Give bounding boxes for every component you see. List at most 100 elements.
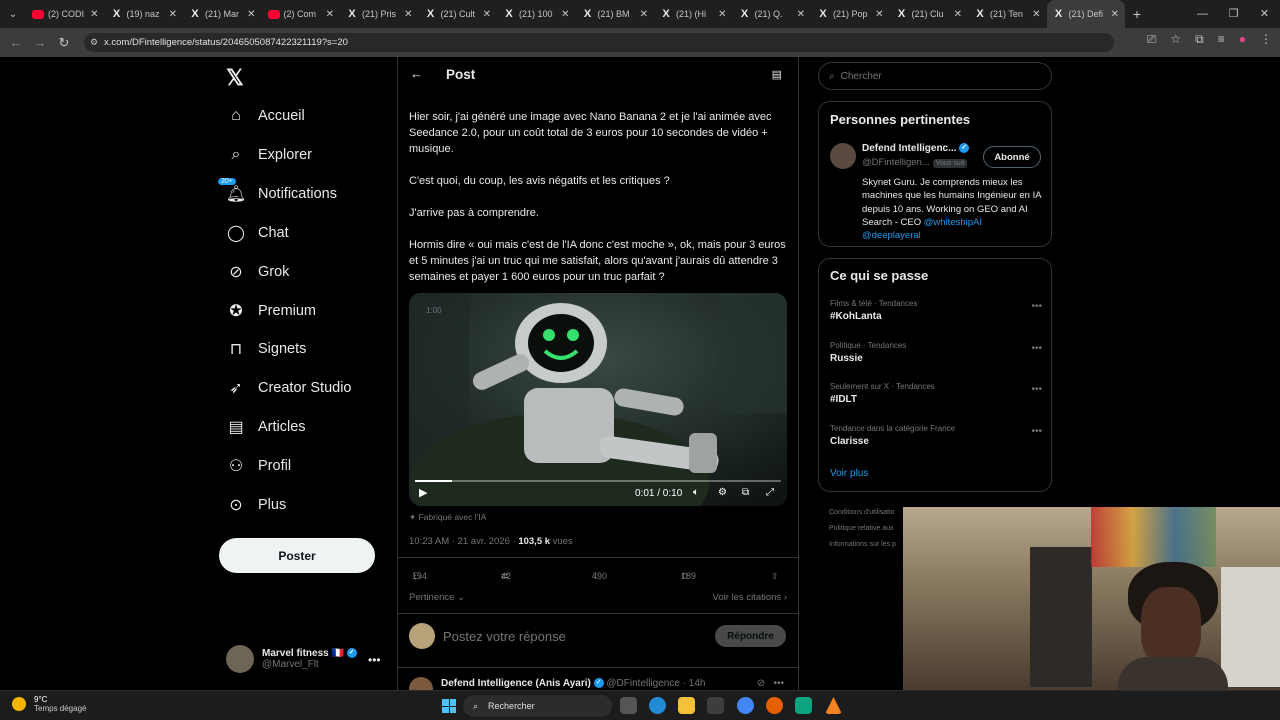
close-tab-icon[interactable]: ✕ xyxy=(875,9,883,20)
pip-icon[interactable]: ⧉ xyxy=(742,487,749,498)
close-tab-icon[interactable]: ✕ xyxy=(483,9,491,20)
account-more-icon[interactable]: ••• xyxy=(368,653,381,667)
play-icon[interactable]: ▶ xyxy=(419,486,427,499)
chatgpt-icon[interactable] xyxy=(795,697,812,714)
star-icon[interactable]: ☆ xyxy=(1170,32,1181,47)
back-icon[interactable]: ← xyxy=(4,35,28,50)
close-tab-icon[interactable]: ✕ xyxy=(954,9,962,20)
trend-item[interactable]: Tendance dans la catégorie France Clariss… xyxy=(830,424,1042,447)
browser-tab[interactable]: X (21) Pris ✕ xyxy=(340,0,419,28)
minimize-icon[interactable]: — xyxy=(1187,0,1218,28)
close-tab-icon[interactable]: ✕ xyxy=(169,9,177,20)
tab-search-icon[interactable]: ⌄ xyxy=(0,0,26,28)
video-progress-track[interactable] xyxy=(415,480,781,482)
nav-item-accueil[interactable]: ⌂ Accueil xyxy=(226,104,305,128)
more-icon[interactable]: ••• xyxy=(773,678,784,689)
footer-link[interactable]: Informations sur les p xyxy=(829,537,896,553)
account-switcher[interactable]: Marvel fitness 🇫🇷 ✓ @Marvel_Flt ••• xyxy=(226,645,381,673)
quotes-link[interactable]: Voir les citations › xyxy=(713,592,787,603)
browser-tab[interactable]: X (21) Defi ✕ xyxy=(1046,0,1125,28)
browser-tab[interactable]: X (21) Q. ✕ xyxy=(733,0,812,28)
weather-widget[interactable]: 9°C Temps dégagé xyxy=(12,695,86,713)
site-info-icon[interactable]: ⚙ xyxy=(90,37,98,48)
settings-icon[interactable]: ⚙ xyxy=(718,487,727,498)
edge-icon[interactable] xyxy=(649,697,666,714)
nav-item-grok[interactable]: ⊘ Grok xyxy=(226,260,289,284)
nav-item-notifications[interactable]: 🔔︎ 20+ Notifications xyxy=(218,177,337,206)
browser-menu-icon[interactable]: ⋮ xyxy=(1260,32,1272,47)
trend-item[interactable]: Seulement sur X · Tendances #IDLT ••• xyxy=(830,382,1042,405)
browser-tab[interactable]: (2) CODI ✕ xyxy=(26,0,105,28)
browser-tab[interactable]: X (21) Clu ✕ xyxy=(890,0,969,28)
bio-link[interactable]: @deeplayeral xyxy=(862,230,921,241)
bio-link[interactable]: @whiteshipAI xyxy=(924,217,982,228)
search-input[interactable]: ⌕ Chercher xyxy=(818,62,1052,90)
start-icon[interactable] xyxy=(442,699,456,713)
more-icon[interactable]: ••• xyxy=(1031,384,1042,395)
browser-tab[interactable]: (2) Com ✕ xyxy=(262,0,341,28)
profile-avatar-icon[interactable]: ● xyxy=(1239,32,1246,47)
new-tab-button[interactable]: + xyxy=(1125,6,1149,22)
close-tab-icon[interactable]: ✕ xyxy=(1111,9,1119,20)
browser-tab[interactable]: X (19) naz ✕ xyxy=(105,0,184,28)
browser-tab[interactable]: X (21) Ten ✕ xyxy=(968,0,1047,28)
browser-tab[interactable]: X (21) Cult ✕ xyxy=(419,0,498,28)
sort-dropdown[interactable]: Pertinence ⌄ xyxy=(409,592,465,603)
fullscreen-icon[interactable]: ⤢ xyxy=(766,487,774,498)
trend-item[interactable]: Politique · Tendances Russie ••• xyxy=(830,341,1042,364)
restore-icon[interactable]: ❐ xyxy=(1218,0,1249,28)
browser-tab[interactable]: X (21) (Hi ✕ xyxy=(654,0,733,28)
browser-tab[interactable]: X (21) Pop ✕ xyxy=(811,0,890,28)
browser-tab[interactable]: X (21) BM ✕ xyxy=(576,0,655,28)
trend-item[interactable]: Films & télé · Tendances #KohLanta ••• xyxy=(830,299,1042,322)
reply-author-name[interactable]: Defend Intelligence (Anis Ayari) xyxy=(441,678,591,689)
media-icon[interactable]: ≡ xyxy=(1218,32,1225,47)
nav-item-premium[interactable]: ✪ Premium xyxy=(226,299,316,323)
back-arrow-icon[interactable]: ← xyxy=(410,66,423,81)
store-icon[interactable] xyxy=(707,697,724,714)
show-more-link[interactable]: Voir plus xyxy=(830,468,868,479)
close-tab-icon[interactable]: ✕ xyxy=(718,9,726,20)
reply-button[interactable]: Répondre xyxy=(715,625,786,647)
firefox-icon[interactable] xyxy=(766,697,783,714)
share-icon[interactable]: ⇧ xyxy=(771,571,779,582)
more-icon[interactable]: ••• xyxy=(1031,343,1042,354)
nav-item-chat[interactable]: ◯ Chat xyxy=(226,221,289,245)
person-name[interactable]: Defend Intelligenc... ✓ xyxy=(862,143,970,154)
chrome-icon[interactable] xyxy=(737,697,754,714)
url-field[interactable]: ⚙ x.com/DFintelligence/status/2046505087… xyxy=(84,33,1114,52)
more-icon[interactable]: ••• xyxy=(1031,426,1042,437)
more-icon[interactable]: ••• xyxy=(1031,301,1042,312)
nav-item-explorer[interactable]: ⌕ Explorer xyxy=(226,143,312,167)
install-icon[interactable]: ⎚ xyxy=(1147,32,1157,47)
close-tab-icon[interactable]: ✕ xyxy=(797,9,805,20)
browser-tab[interactable]: X (21) Mar ✕ xyxy=(183,0,262,28)
close-tab-icon[interactable]: ✕ xyxy=(640,9,648,20)
footer-link[interactable]: Conditions d'utilisatio xyxy=(829,505,896,521)
nav-item-profil[interactable]: ⚇ Profil xyxy=(226,454,291,478)
footer-link[interactable]: Politique relative aux xyxy=(829,521,896,537)
reply-input[interactable]: Postez votre réponse xyxy=(443,629,566,644)
vlc-icon[interactable] xyxy=(825,697,842,714)
nav-item-articles[interactable]: ▤ Articles xyxy=(226,415,305,439)
grok-icon[interactable]: ⊘ xyxy=(757,678,765,689)
taskbar-search[interactable]: ⌕ Rechercher xyxy=(463,695,612,717)
following-button[interactable]: Abonné xyxy=(983,146,1041,168)
nav-item-plus[interactable]: ⊙ Plus xyxy=(226,493,286,517)
post-button[interactable]: Poster xyxy=(219,538,375,573)
nav-item-signets[interactable]: ⊓ Signets xyxy=(226,337,307,361)
close-tab-icon[interactable]: ✕ xyxy=(404,9,412,20)
file-explorer-icon[interactable] xyxy=(678,697,695,714)
x-logo-icon[interactable]: 𝕏 xyxy=(226,65,244,91)
close-tab-icon[interactable]: ✕ xyxy=(90,9,98,20)
close-tab-icon[interactable]: ✕ xyxy=(326,9,334,20)
task-view-icon[interactable] xyxy=(620,697,637,714)
nav-item-creator-studio[interactable]: ➶ Creator Studio xyxy=(226,376,351,400)
avatar[interactable] xyxy=(830,143,856,169)
volume-icon[interactable]: 🔈︎ xyxy=(693,487,699,498)
extensions-icon[interactable]: ⧉ xyxy=(1195,32,1204,47)
forward-icon[interactable]: → xyxy=(28,35,52,50)
video-player[interactable]: 1:00 ▶ 0:01 / 0:10 🔈︎ ⚙ ⧉ ⤢ xyxy=(409,293,787,506)
close-window-icon[interactable]: ✕ xyxy=(1249,0,1280,28)
close-tab-icon[interactable]: ✕ xyxy=(1032,9,1040,20)
